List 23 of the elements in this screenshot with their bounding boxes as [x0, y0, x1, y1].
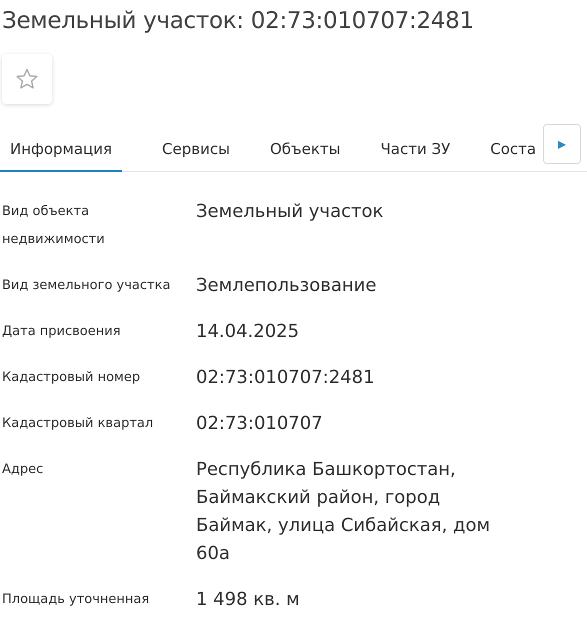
tab[interactable]: Информация	[0, 130, 122, 172]
field-label: Вид земельного участка	[1, 277, 172, 295]
field-label: Кадастровый номер	[1, 369, 142, 387]
field-label: Кадастровый квартал	[1, 415, 154, 433]
tab[interactable]: Сервисы	[142, 130, 230, 172]
field-label: Адрес	[1, 461, 44, 479]
star-icon	[15, 67, 39, 91]
tab[interactable]: Соста	[470, 130, 536, 172]
field-value: 02:73:010707:2481	[196, 366, 376, 390]
tab[interactable]: Объекты	[250, 130, 340, 172]
scroll-right-button[interactable]: ▸	[543, 124, 581, 164]
field-label: Вид объекта недвижимости	[1, 203, 106, 249]
favorite-button[interactable]	[2, 54, 52, 104]
field-label: Дата присвоения	[1, 323, 122, 341]
tab[interactable]: Части ЗУ	[360, 130, 450, 172]
field-value: Землепользование	[196, 274, 378, 298]
field-value: Земельный участок	[196, 200, 384, 224]
field-value: 14.04.2025	[196, 320, 300, 344]
field-value: 02:73:010707	[196, 412, 324, 436]
field-value: 1 498 кв. м	[196, 588, 301, 612]
field-label: Площадь уточненная	[1, 591, 150, 609]
page-title: Земельный участок: 02:73:010707:2481	[1, 7, 475, 34]
field-value: Республика Башкортостан, Баймакский район, город Баймак, улица Сибайская, дом 60а	[196, 458, 492, 566]
